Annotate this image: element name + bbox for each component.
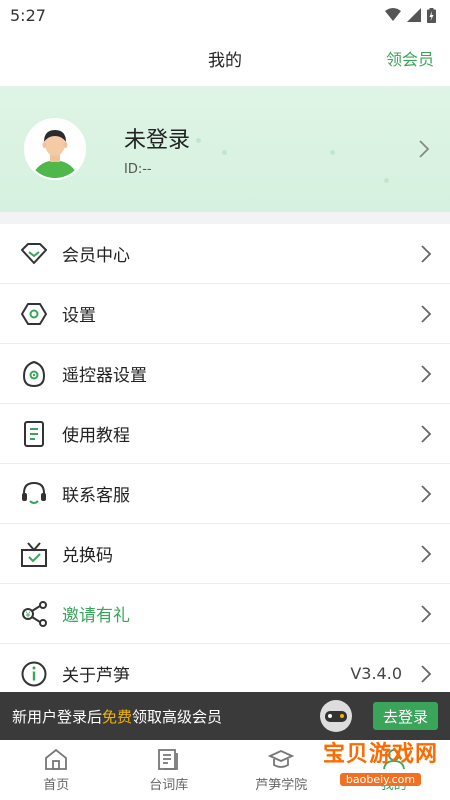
nav-label: 我的 bbox=[380, 777, 407, 793]
chevron-right-icon bbox=[421, 664, 432, 683]
chevron-right-icon bbox=[419, 140, 430, 158]
promo-text-highlight: 免费 bbox=[102, 707, 133, 726]
signal-icon bbox=[407, 8, 421, 22]
status-icons bbox=[385, 7, 436, 23]
chevron-right-icon bbox=[421, 304, 432, 323]
profile-id: ID:-- bbox=[124, 161, 152, 177]
menu-item-membership-center[interactable]: 会员中心 bbox=[0, 224, 450, 284]
menu-label: 设置 bbox=[62, 306, 96, 326]
menu-label: 会员中心 bbox=[62, 246, 130, 266]
nav-item-script-library[interactable]: 台词库 bbox=[113, 740, 226, 800]
chevron-right-icon bbox=[421, 604, 432, 623]
menu-item-invite-reward[interactable]: ¥ 邀请有礼 bbox=[0, 584, 450, 644]
diamond-icon bbox=[20, 240, 48, 268]
get-membership-link[interactable]: 领会员 bbox=[386, 46, 434, 70]
profile-icon bbox=[382, 748, 405, 769]
nav-label: 芦笋学院 bbox=[255, 777, 308, 793]
promo-text: 新用户登录后免费领取高级会员 bbox=[12, 706, 222, 727]
info-icon bbox=[20, 660, 48, 688]
chevron-right-icon bbox=[421, 424, 432, 443]
chevron-right-icon bbox=[421, 484, 432, 503]
battery-icon bbox=[427, 7, 436, 23]
menu-item-redeem-code[interactable]: 兑换码 bbox=[0, 524, 450, 584]
menu-label: 关于芦笋 bbox=[62, 666, 130, 686]
nav-item-academy[interactable]: 芦笋学院 bbox=[225, 740, 338, 800]
menu-label: 邀请有礼 bbox=[62, 606, 130, 626]
menu-item-settings[interactable]: 设置 bbox=[0, 284, 450, 344]
page-title: 我的 bbox=[208, 50, 242, 71]
status-bar: 5:27 bbox=[0, 0, 450, 30]
nav-label: 首页 bbox=[43, 777, 70, 793]
gamepad-icon bbox=[320, 700, 352, 732]
hexagon-settings-icon bbox=[20, 300, 48, 328]
menu-item-remote-settings[interactable]: 遥控器设置 bbox=[0, 344, 450, 404]
gift-icon bbox=[20, 540, 48, 568]
promo-text-prefix: 新用户登录后 bbox=[12, 707, 103, 726]
remote-icon bbox=[20, 360, 48, 388]
chevron-right-icon bbox=[421, 244, 432, 263]
nav-item-home[interactable]: 首页 bbox=[0, 740, 113, 800]
document-icon bbox=[20, 420, 48, 448]
title-bar: 我的 领会员 bbox=[0, 30, 450, 86]
profile-name: 未登录 bbox=[124, 127, 191, 153]
login-button[interactable]: 去登录 bbox=[372, 702, 438, 730]
status-time: 5:27 bbox=[10, 5, 46, 25]
headset-icon bbox=[20, 480, 48, 508]
decor-dot bbox=[196, 138, 201, 143]
nav-item-profile[interactable]: 我的 bbox=[338, 740, 450, 800]
chevron-right-icon bbox=[421, 544, 432, 563]
decor-dot bbox=[222, 150, 227, 155]
chevron-right-icon bbox=[421, 364, 432, 383]
menu-label: 使用教程 bbox=[62, 426, 130, 446]
menu-item-tutorial[interactable]: 使用教程 bbox=[0, 404, 450, 464]
nav-label: 台词库 bbox=[149, 777, 189, 793]
svg-text:¥: ¥ bbox=[25, 610, 30, 619]
home-icon bbox=[45, 748, 68, 770]
menu-label: 遥控器设置 bbox=[62, 366, 147, 386]
decor-dot bbox=[384, 178, 389, 183]
avatar bbox=[24, 118, 86, 180]
menu-list: 会员中心 设置 遥控器设置 使用教程 联系客服 兑换码 ¥ 邀请有礼 关于芦笋 … bbox=[0, 224, 450, 704]
bottom-nav: 首页 台词库 芦笋学院 我的 bbox=[0, 740, 450, 800]
promo-text-suffix: 领取高级会员 bbox=[132, 707, 223, 726]
menu-label: 联系客服 bbox=[62, 486, 130, 506]
decor-dot bbox=[330, 150, 335, 155]
menu-item-customer-service[interactable]: 联系客服 bbox=[0, 464, 450, 524]
login-promo-banner[interactable]: 新用户登录后免费领取高级会员 去登录 bbox=[0, 692, 450, 740]
script-library-icon bbox=[157, 748, 178, 770]
menu-label: 兑换码 bbox=[62, 546, 113, 566]
profile-card[interactable]: 未登录 ID:-- bbox=[0, 86, 450, 212]
share-icon: ¥ bbox=[20, 600, 48, 628]
wifi-icon bbox=[385, 8, 401, 21]
app-version: V3.4.0 bbox=[350, 664, 402, 683]
academy-icon bbox=[268, 749, 295, 768]
